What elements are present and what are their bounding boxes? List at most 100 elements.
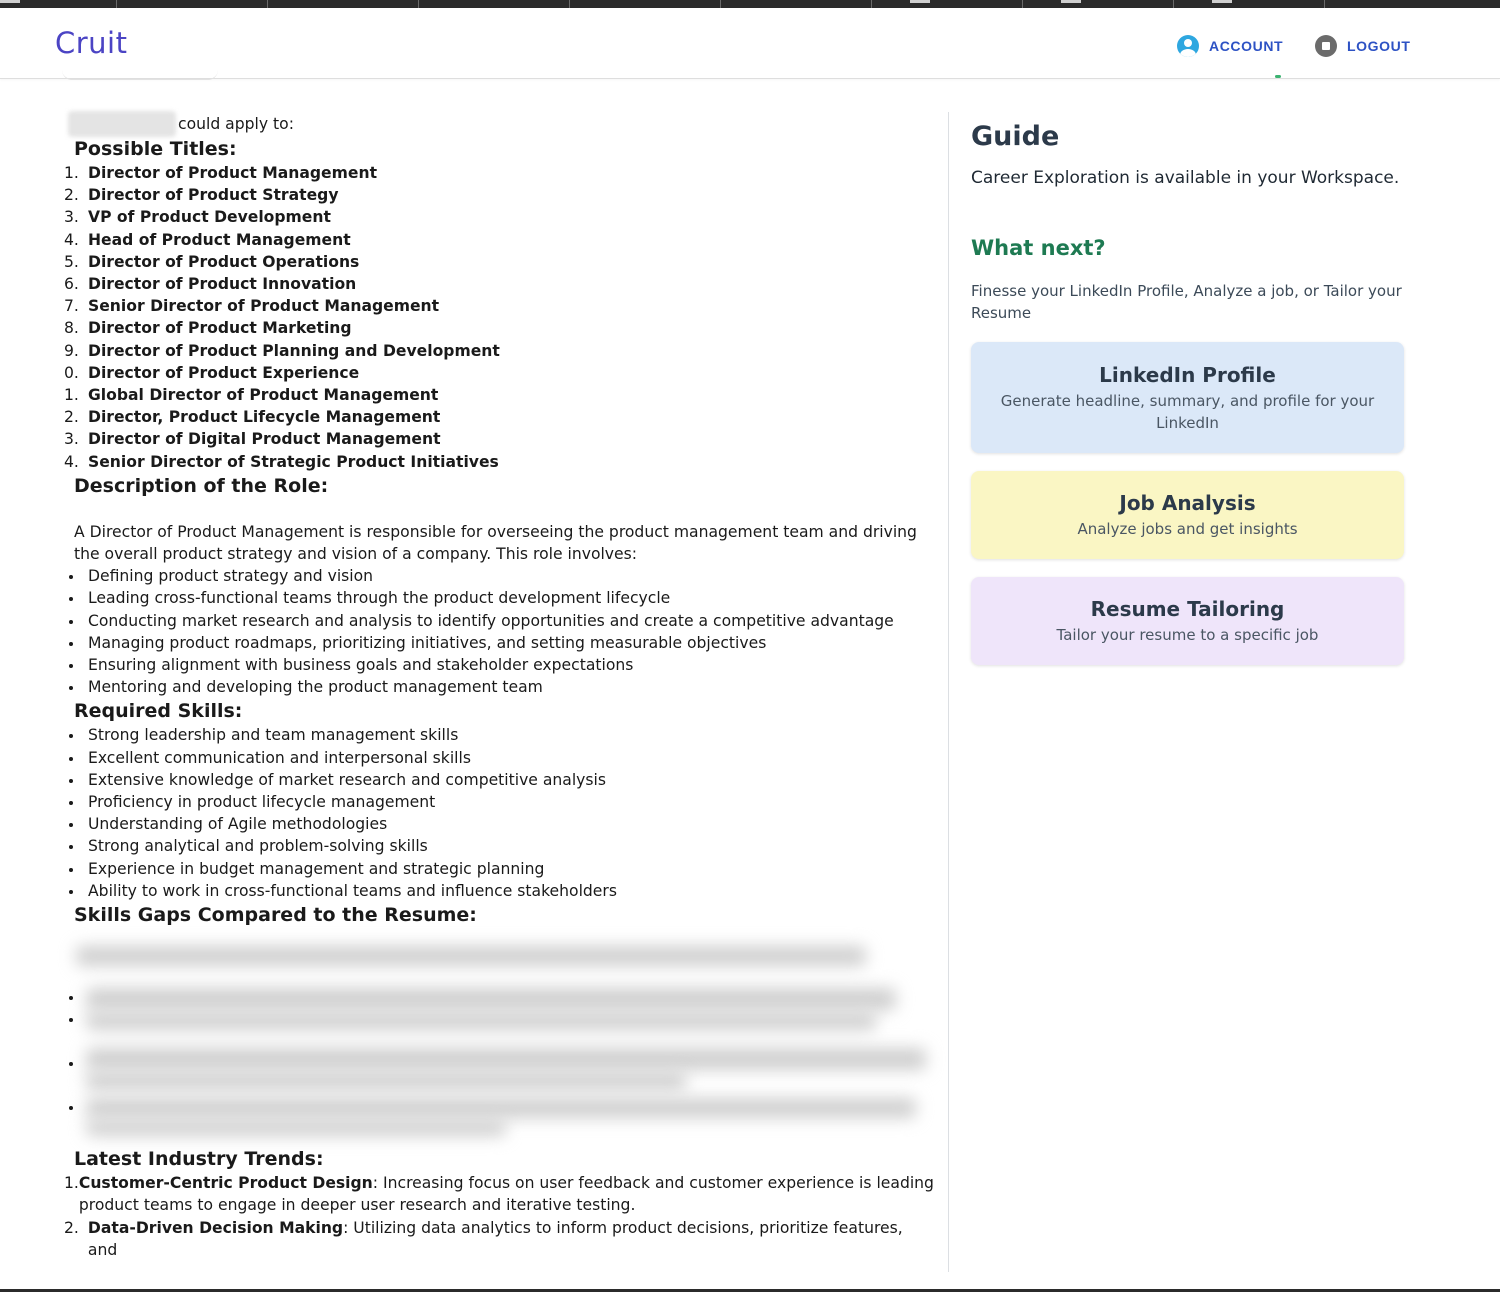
title-text: Global Director of Product Management: [88, 386, 439, 405]
trend-label: Customer-Centric Product Design: [78, 1174, 373, 1193]
bullet-dot: [64, 676, 88, 698]
what-next-description: Finesse your LinkedIn Profile, Analyze a…: [971, 282, 1402, 322]
title-number: 1.: [64, 386, 79, 405]
career-exploration-results: could apply to: Possible Titles: 1. Direc…: [64, 111, 934, 1261]
description-item-text: Leading cross-functional teams through t…: [88, 589, 671, 608]
linkedin-profile-card[interactable]: LinkedIn Profile Generate headline, summ…: [971, 342, 1404, 453]
title-item: 9. Director of Product Planning and Devel…: [64, 340, 934, 362]
description-item-text: Mentoring and developing the product man…: [88, 678, 543, 697]
skill-item-text: Ability to work in cross-functional team…: [88, 881, 617, 900]
title-item: 2. Director, Product Lifecycle Management: [64, 406, 934, 428]
logout-label: LOGOUT: [1347, 38, 1411, 54]
intro-line: could apply to:: [64, 111, 934, 137]
title-number: 4.: [64, 452, 79, 471]
title-item: 4. Head of Product Management: [64, 229, 934, 251]
title-number: 9.: [64, 341, 79, 360]
trend-item: 2. Data-Driven Decision Making: Utilizing…: [64, 1217, 934, 1261]
account-button[interactable]: ACCOUNT: [1177, 35, 1283, 57]
title-item: 1. Global Director of Product Management: [64, 384, 934, 406]
trend-number: 1.: [64, 1174, 79, 1193]
skill-item-text: Strong leadership and team management sk…: [88, 726, 459, 745]
title-item: 2. Director of Product Strategy: [64, 184, 934, 206]
skill-item-text: Understanding of Agile methodologies: [88, 815, 388, 834]
bullet-dot: [64, 880, 88, 902]
title-number: 3.: [64, 208, 79, 227]
trend-body: Data-Driven Decision Making: Utilizing d…: [88, 1217, 934, 1261]
intro-text: could apply to:: [178, 114, 294, 133]
description-item: Conducting market research and analysis …: [64, 610, 934, 632]
description-list: Defining product strategy and vision Lead…: [64, 565, 934, 698]
skill-item-text: Extensive knowledge of market research a…: [88, 770, 606, 789]
linkedin-card-title: LinkedIn Profile: [1099, 363, 1276, 387]
skill-item: Experience in budget management and stra…: [64, 858, 934, 880]
title-text: Director, Product Lifecycle Management: [88, 408, 441, 427]
titles-heading: Possible Titles:: [74, 138, 237, 160]
description-text: A Director of Product Management is resp…: [74, 522, 917, 564]
bullet-dot: [64, 835, 88, 857]
logout-button[interactable]: LOGOUT: [1315, 35, 1410, 57]
industry-trends-list: 1. Customer-Centric Product Design: Incre…: [64, 1172, 934, 1261]
status-indicator: [1275, 75, 1281, 78]
job-card-title: Job Analysis: [1119, 491, 1256, 515]
description-item-text: Managing product roadmaps, prioritizing …: [88, 633, 767, 652]
title-item: 5. Director of Product Operations: [64, 251, 934, 273]
skill-item-text: Strong analytical and problem-solving sk…: [88, 837, 428, 856]
title-text: Senior Director of Strategic Product Ini…: [88, 452, 499, 471]
bullet-dot: [64, 747, 88, 769]
trend-body: Customer-Centric Product Design: Increas…: [79, 1172, 934, 1216]
trend-label: Data-Driven Decision Making: [87, 1218, 344, 1237]
description-item: Mentoring and developing the product man…: [64, 676, 934, 698]
title-text: Director of Digital Product Management: [88, 430, 441, 449]
title-item: 6. Director of Product Innovation: [64, 273, 934, 295]
title-text: Head of Product Management: [88, 230, 351, 249]
bullet-dot: [64, 813, 88, 835]
description-item-text: Conducting market research and analysis …: [88, 611, 894, 630]
skill-item-text: Experience in budget management and stra…: [88, 859, 545, 878]
title-text: Director of Product Management: [88, 164, 378, 182]
hidden-tab-edge: [62, 66, 218, 80]
skill-item: Excellent communication and interpersona…: [64, 747, 934, 769]
title-number: 1.: [64, 164, 79, 182]
top-navbar: Cruit ACCOUNT LOGOUT: [0, 8, 1500, 79]
description-item: Ensuring alignment with business goals a…: [64, 654, 934, 676]
resume-card-subtitle: Tailor your resume to a specific job: [1056, 626, 1319, 644]
guide-panel: Guide Career Exploration is available in…: [971, 120, 1411, 665]
account-label: ACCOUNT: [1209, 38, 1284, 54]
title-text: Director of Product Planning and Develop…: [88, 341, 500, 360]
bullet-dot: [64, 858, 88, 880]
description-item-text: Ensuring alignment with business goals a…: [88, 656, 634, 675]
title-text: Director of Product Operations: [88, 252, 360, 271]
title-item: 4. Senior Director of Strategic Product I…: [64, 451, 934, 473]
bullet-dot: [64, 654, 88, 676]
skill-item: Ability to work in cross-functional team…: [64, 880, 934, 902]
skill-item-text: Proficiency in product lifecycle managem…: [88, 793, 436, 812]
title-number: 2.: [64, 186, 79, 205]
title-text: Director of Product Strategy: [88, 186, 339, 205]
skill-item: Strong analytical and problem-solving sk…: [64, 835, 934, 857]
bullet-dot: [64, 632, 88, 654]
job-analysis-card[interactable]: Job Analysis Analyze jobs and get insigh…: [971, 471, 1404, 559]
bullet-dot: [64, 610, 88, 632]
skills-heading: Required Skills:: [74, 700, 243, 723]
skill-item: Understanding of Agile methodologies: [64, 813, 934, 835]
title-text: Senior Director of Product Management: [88, 297, 440, 316]
stop-circle-icon: [1315, 35, 1337, 57]
title-number: 0.: [64, 363, 79, 382]
title-item: 8. Director of Product Marketing: [64, 317, 934, 339]
redacted-name: [68, 111, 176, 137]
description-item: Defining product strategy and vision: [64, 565, 934, 587]
title-number: 8.: [64, 319, 79, 338]
linkedin-card-subtitle: Generate headline, summary, and profile …: [1000, 392, 1375, 432]
title-number: 7.: [64, 297, 79, 316]
title-text: VP of Product Development: [88, 208, 331, 227]
title-number: 3.: [64, 430, 79, 449]
bullet-dot: [64, 724, 88, 746]
skill-item: Proficiency in product lifecycle managem…: [64, 791, 934, 813]
title-number: 4.: [64, 230, 79, 249]
job-card-subtitle: Analyze jobs and get insights: [1077, 520, 1298, 538]
column-divider: [948, 112, 949, 1272]
app-logo[interactable]: Cruit: [55, 26, 127, 60]
gaps-heading: Skills Gaps Compared to the Resume:: [74, 904, 477, 927]
resume-tailoring-card[interactable]: Resume Tailoring Tailor your resume to a…: [971, 577, 1404, 665]
trend-number: 2.: [64, 1218, 79, 1237]
